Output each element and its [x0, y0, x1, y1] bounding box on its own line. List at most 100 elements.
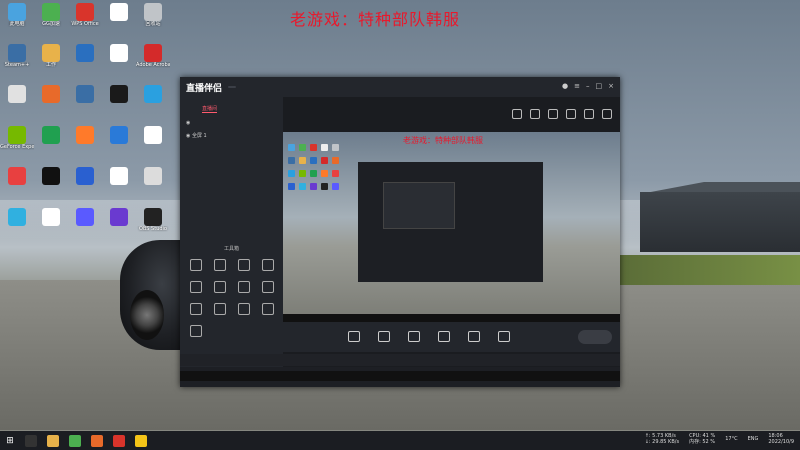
- desktop-icon[interactable]: [34, 126, 68, 144]
- desktop-icon[interactable]: GG加速: [34, 3, 68, 27]
- tool-button[interactable]: [232, 259, 256, 273]
- tool-icon-6[interactable]: [602, 109, 612, 119]
- scene-item-1[interactable]: ◉: [180, 117, 283, 129]
- tool-icon-5[interactable]: [584, 109, 594, 119]
- desktop-icon-label: WPS Office: [71, 21, 99, 27]
- app-icon: [8, 167, 26, 185]
- control-button[interactable]: [459, 330, 489, 344]
- search-icon[interactable]: [25, 434, 37, 447]
- tool-icon: [190, 259, 202, 271]
- tool-icon: [190, 325, 202, 337]
- desktop-icon[interactable]: [34, 85, 68, 103]
- clock[interactable]: 18:06 2022/10/9: [768, 433, 794, 445]
- app-icon: [42, 3, 60, 21]
- desktop-icon[interactable]: WPS Office: [68, 3, 102, 27]
- desktop-icon[interactable]: [102, 208, 136, 226]
- tool-button[interactable]: [208, 303, 232, 317]
- tool-button[interactable]: [232, 281, 256, 295]
- control-button[interactable]: [339, 330, 369, 344]
- mem-usage: 内存: 52 %: [689, 439, 716, 445]
- tool-button[interactable]: [184, 281, 208, 295]
- app-icon: [110, 208, 128, 226]
- maximize-icon[interactable]: □: [596, 82, 603, 90]
- desktop-icon[interactable]: 此电脑: [0, 3, 34, 27]
- control-button[interactable]: [429, 330, 459, 344]
- tool-button[interactable]: [256, 303, 280, 317]
- desktop-icon[interactable]: [102, 167, 136, 185]
- folder-icon[interactable]: [135, 434, 147, 447]
- control-icon: [378, 330, 390, 342]
- desktop-icon[interactable]: [0, 85, 34, 103]
- desktop-icon[interactable]: Adobe Acrobat DC: [136, 44, 170, 68]
- desktop-icon[interactable]: [34, 208, 68, 226]
- control-button[interactable]: [489, 330, 519, 344]
- system-tray: ↑: 5.73 KB/s ↓: 29.85 KB/s CPU: 41 % 内存:…: [645, 433, 794, 445]
- desktop-icon[interactable]: [68, 85, 102, 103]
- minimize-icon[interactable]: –: [586, 82, 590, 90]
- tool-button[interactable]: [184, 259, 208, 273]
- desktop-icon[interactable]: GeForce Experience: [0, 126, 34, 150]
- sys-usage: CPU: 41 % 内存: 52 %: [689, 433, 715, 445]
- tool-icon-2[interactable]: [530, 109, 540, 119]
- desktop-icon[interactable]: OBS Studio: [136, 208, 170, 232]
- menu-icon[interactable]: ≡: [574, 82, 580, 90]
- app-icon: [110, 44, 128, 62]
- desktop-icon[interactable]: [34, 167, 68, 185]
- desktop-icon[interactable]: 回收站: [136, 3, 170, 27]
- tool-icon: [214, 259, 226, 271]
- version-badge[interactable]: [228, 86, 237, 88]
- stream-preview[interactable]: 老游戏：特种部队韩服: [283, 132, 620, 322]
- tool-button[interactable]: [184, 325, 208, 339]
- preview-nested-window-inner: [383, 182, 455, 229]
- app-icon: [144, 44, 162, 62]
- net-down: ↓: 29.85 KB/s: [644, 439, 680, 445]
- tool-button[interactable]: [232, 303, 256, 317]
- desktop-icon[interactable]: [68, 44, 102, 62]
- desktop-icon-label: Steam++: [4, 62, 30, 68]
- file-explorer-icon[interactable]: [47, 434, 59, 447]
- app-icon: [144, 3, 162, 21]
- control-button[interactable]: [399, 330, 429, 344]
- desktop-icon[interactable]: [0, 208, 34, 226]
- control-icon: [438, 330, 450, 342]
- close-icon[interactable]: ×: [608, 82, 614, 90]
- desktop-icon[interactable]: Steam++: [0, 44, 34, 68]
- tool-button[interactable]: [184, 303, 208, 317]
- control-icon: [498, 330, 510, 342]
- app-icon: [42, 44, 60, 62]
- desktop-icon[interactable]: [136, 167, 170, 185]
- desktop-icon[interactable]: [102, 44, 136, 62]
- desktop-icon[interactable]: [102, 3, 136, 21]
- tool-icon-1[interactable]: [512, 109, 522, 119]
- desktop-icon[interactable]: [136, 126, 170, 144]
- app-icon: [76, 208, 94, 226]
- desktop-icon[interactable]: 工作: [34, 44, 68, 68]
- tab-live-room[interactable]: 直播间: [202, 105, 218, 113]
- app-icon[interactable]: [91, 434, 103, 447]
- desktop-icon[interactable]: [68, 167, 102, 185]
- avatar[interactable]: ●: [562, 82, 568, 90]
- tool-button[interactable]: [208, 259, 232, 273]
- desktop-icon[interactable]: [102, 126, 136, 144]
- browser-icon[interactable]: [69, 434, 81, 447]
- desktop-icon[interactable]: [0, 167, 34, 185]
- desktop-icon[interactable]: [68, 126, 102, 144]
- start-live-button[interactable]: [578, 330, 612, 344]
- scene-item-2[interactable]: ◉ 全屏 1: [180, 129, 283, 142]
- control-button[interactable]: [369, 330, 399, 344]
- tool-button[interactable]: [256, 259, 280, 273]
- desktop-icon[interactable]: [68, 208, 102, 226]
- live-app-taskbar-icon[interactable]: [113, 434, 125, 447]
- tool-button[interactable]: [208, 281, 232, 295]
- start-icon[interactable]: ⊞: [0, 436, 20, 446]
- desktop-icon[interactable]: [136, 85, 170, 103]
- tool-icon-3[interactable]: [548, 109, 558, 119]
- language[interactable]: ENG: [748, 436, 759, 442]
- app-icon: [8, 126, 26, 144]
- preview-desktop-icons: [286, 142, 346, 194]
- weather[interactable]: 17°C: [725, 436, 737, 442]
- tool-icon-4[interactable]: [566, 109, 576, 119]
- desktop-icon[interactable]: [102, 85, 136, 103]
- app-icon: [144, 208, 162, 226]
- tool-button[interactable]: [256, 281, 280, 295]
